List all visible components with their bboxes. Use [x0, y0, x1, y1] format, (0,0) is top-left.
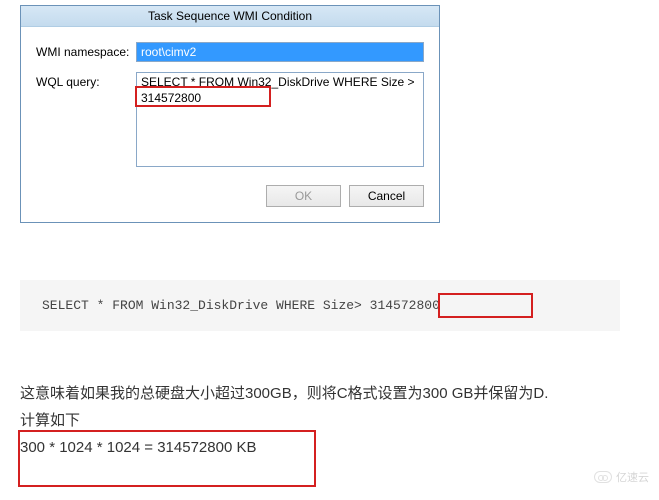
code-block: SELECT * FROM Win32_DiskDrive WHERE Size…: [20, 280, 620, 331]
code-text: SELECT * FROM Win32_DiskDrive WHERE Size…: [42, 298, 440, 313]
wmi-condition-dialog: Task Sequence WMI Condition WMI namespac…: [20, 5, 440, 223]
cancel-button[interactable]: Cancel: [349, 185, 424, 207]
explanation-line-2: 计算如下: [20, 407, 620, 434]
watermark-text: 亿速云: [616, 469, 649, 485]
button-row: OK Cancel: [36, 180, 424, 207]
query-label: WQL query:: [36, 72, 136, 89]
dialog-body: WMI namespace: WQL query: SELECT * FROM …: [21, 27, 439, 222]
query-row: WQL query: SELECT * FROM Win32_DiskDrive…: [36, 72, 424, 170]
explanation-text: 这意味着如果我的总硬盘大小超过300GB，则将C格式设置为300 GB并保留为D…: [20, 380, 620, 461]
ok-button[interactable]: OK: [266, 185, 341, 207]
dialog-title: Task Sequence WMI Condition: [21, 6, 439, 27]
watermark: 亿速云: [594, 469, 649, 485]
namespace-row: WMI namespace:: [36, 42, 424, 62]
query-textarea[interactable]: SELECT * FROM Win32_DiskDrive WHERE Size…: [136, 72, 424, 167]
watermark-icon: [594, 471, 612, 483]
explanation-line-3: 300 * 1024 * 1024 = 314572800 KB: [20, 434, 620, 461]
namespace-label: WMI namespace:: [36, 42, 136, 59]
explanation-line-1: 这意味着如果我的总硬盘大小超过300GB，则将C格式设置为300 GB并保留为D…: [20, 380, 620, 407]
namespace-input[interactable]: [136, 42, 424, 62]
